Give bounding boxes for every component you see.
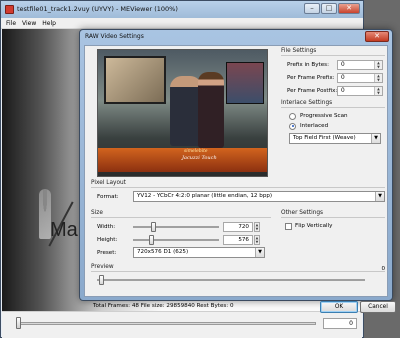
width-row: Width: 720 ▲ ▼ [91, 221, 271, 233]
divider [91, 187, 385, 188]
height-row: Height: 576 ▲ ▼ [91, 234, 271, 246]
width-label: Width: [97, 224, 116, 230]
per-frame-postfix-label: Per Frame Postfix: [287, 87, 338, 94]
size-heading: Size [91, 210, 103, 216]
preview-woman-figure [198, 72, 224, 148]
main-titlebar[interactable]: testfile01_track1.2vuy (UYVY) - MEViewer… [1, 1, 363, 18]
progressive-label: Progressive Scan [300, 113, 348, 119]
width-input[interactable]: 720 [223, 222, 253, 232]
status-text: Total Frames: 48 File size: 29859840 Res… [93, 303, 234, 309]
height-input[interactable]: 576 [223, 235, 253, 245]
spin-down-icon[interactable]: ▼ [255, 240, 259, 244]
menu-view[interactable]: View [22, 18, 36, 28]
height-label: Height: [97, 237, 118, 243]
height-slider-thumb[interactable] [149, 235, 154, 245]
spin-down-icon[interactable]: ▼ [375, 91, 382, 95]
interlaced-label: Interlaced [300, 123, 329, 129]
divider [281, 217, 385, 218]
preview-banner-line2: Jacuzzi Touch [182, 155, 217, 161]
per-frame-prefix-label: Per Frame Prefix: [287, 74, 335, 81]
spin-down-icon[interactable]: ▼ [255, 227, 259, 231]
cancel-button[interactable]: Cancel [360, 301, 396, 313]
pixel-layout-section: Pixel Layout Format: YV12 - YCbCr 4:2:0 … [91, 180, 385, 202]
pixel-layout-heading: Pixel Layout [91, 180, 126, 186]
preview-heading: Preview [91, 264, 114, 270]
preset-row: Preset: 720x576 D1 (625) ▼ [91, 247, 271, 258]
close-button[interactable]: ✕ [338, 3, 360, 14]
video-preview: simelebite Jacuzzi Touch [97, 49, 268, 177]
preview-section: Preview 0 [91, 264, 385, 285]
preview-screen-shape [226, 62, 264, 104]
position-field[interactable]: 0 [323, 318, 357, 329]
chevron-down-icon[interactable]: ▼ [371, 134, 380, 143]
divider [281, 55, 385, 56]
position-slider-thumb[interactable] [16, 317, 21, 329]
per-frame-postfix-input[interactable]: 0 ▲ ▼ [337, 85, 383, 96]
progressive-option[interactable]: Progressive Scan [281, 111, 385, 121]
menubar: File View Help [1, 18, 363, 29]
menu-file[interactable]: File [6, 18, 16, 28]
divider [91, 271, 385, 272]
height-spinner[interactable]: ▲ ▼ [254, 235, 260, 245]
app-icon [5, 5, 14, 14]
prefix-row: Prefix in Bytes: 0 ▲ ▼ [281, 59, 385, 70]
interlaced-radio[interactable] [289, 122, 296, 130]
field-order-select[interactable]: Top Field First (Weave) ▼ [289, 133, 381, 144]
spin-down-icon[interactable]: ▼ [375, 78, 382, 82]
per-frame-prefix-spinner[interactable]: ▲ ▼ [374, 73, 382, 82]
menu-help[interactable]: Help [42, 18, 56, 28]
interlaced-option[interactable]: Interlaced [281, 121, 385, 131]
file-interlace-panel: File Settings Prefix in Bytes: 0 ▲ ▼ Per … [281, 48, 385, 144]
progressive-radio[interactable] [289, 112, 296, 120]
dialog-title: RAW Video Settings [85, 33, 144, 40]
preview-frame-value: 0 [381, 266, 385, 272]
preset-label: Preset: [97, 249, 117, 256]
spin-down-icon[interactable]: ▼ [375, 65, 382, 69]
position-slider-track[interactable] [16, 322, 316, 325]
prefix-input[interactable]: 0 ▲ ▼ [337, 59, 383, 70]
window-controls: – □ ✕ [304, 3, 360, 14]
per-frame-postfix-spinner[interactable]: ▲ ▼ [374, 86, 382, 95]
chevron-down-icon[interactable]: ▼ [375, 192, 384, 201]
preset-select[interactable]: 720x576 D1 (625) ▼ [133, 247, 265, 258]
main-window-title: testfile01_track1.2vuy (UYVY) - MEViewer… [17, 5, 178, 13]
flip-vertically-checkbox[interactable] [285, 222, 292, 230]
playback-bar: 0 [2, 311, 362, 338]
divider [281, 107, 385, 108]
size-section: Size Width: 720 ▲ ▼ Height: 576 ▲ ▼ Pres… [91, 210, 271, 258]
height-slider[interactable] [133, 235, 219, 245]
divider [91, 217, 271, 218]
prefix-spinner[interactable]: ▲ ▼ [374, 60, 382, 69]
ok-button[interactable]: OK [320, 301, 358, 313]
format-select[interactable]: YV12 - YCbCr 4:2:0 planar (little endian… [133, 191, 385, 202]
flip-vertically-option[interactable]: Flip Vertically [281, 221, 385, 231]
file-settings-heading: File Settings [281, 48, 317, 54]
preview-banner-line1: simelebite [184, 149, 208, 154]
video-text: Ma [50, 219, 78, 241]
flip-vertically-label: Flip Vertically [295, 223, 333, 229]
other-settings-section: Other Settings Flip Vertically [281, 210, 385, 231]
dialog-body: simelebite Jacuzzi Touch File Settings P… [84, 45, 396, 313]
per-frame-postfix-row: Per Frame Postfix: 0 ▲ ▼ [281, 85, 385, 96]
prefix-label: Prefix in Bytes: [287, 61, 329, 68]
other-settings-heading: Other Settings [281, 210, 324, 216]
maximize-button[interactable]: □ [321, 3, 337, 14]
chevron-down-icon[interactable]: ▼ [255, 248, 264, 257]
per-frame-prefix-input[interactable]: 0 ▲ ▼ [337, 72, 383, 83]
preview-slider-thumb[interactable] [99, 275, 104, 285]
per-frame-prefix-row: Per Frame Prefix: 0 ▲ ▼ [281, 72, 385, 83]
interlace-settings-heading: Interlace Settings [281, 100, 333, 106]
format-label: Format: [97, 193, 119, 200]
width-slider-thumb[interactable] [151, 222, 156, 232]
minimize-button[interactable]: – [304, 3, 320, 14]
preview-slider[interactable] [91, 275, 375, 285]
raw-video-settings-dialog: RAW Video Settings ✕ simelebite Jacuzzi … [79, 29, 396, 313]
format-row: Format: YV12 - YCbCr 4:2:0 planar (littl… [91, 191, 385, 202]
preview-window-shape [104, 56, 166, 104]
dialog-close-button[interactable]: ✕ [365, 31, 389, 42]
width-slider[interactable] [133, 222, 219, 232]
width-spinner[interactable]: ▲ ▼ [254, 222, 260, 232]
